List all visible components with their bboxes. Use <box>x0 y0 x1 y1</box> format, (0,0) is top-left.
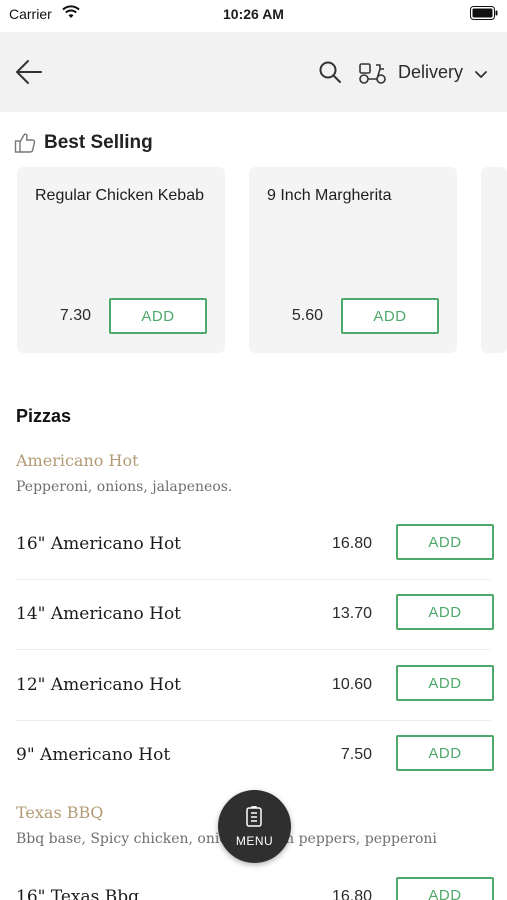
best-selling-title: Best Selling <box>44 132 153 153</box>
best-selling-card[interactable]: 9 Inch Margherita 5.60 ADD <box>249 167 457 353</box>
thumbs-up-icon <box>14 132 36 159</box>
menu-item-row: 16" Texas Bbq 16.80 ADD <box>16 863 494 900</box>
menu-item-name: 16" Texas Bbq <box>16 887 140 900</box>
delivery-mode-selector[interactable]: Delivery <box>398 62 463 83</box>
card-item-price: 7.30 <box>59 307 91 324</box>
menu-item-row: 14" Americano Hot 13.70 ADD <box>16 580 494 650</box>
group-description: Pepperoni, onions, jalapeneos. <box>16 479 233 495</box>
add-button[interactable]: ADD <box>341 298 439 334</box>
menu-fab-label: MENU <box>235 834 274 848</box>
add-button[interactable]: ADD <box>109 298 207 334</box>
group-title: Americano Hot <box>16 451 139 470</box>
add-button[interactable]: ADD <box>396 877 494 900</box>
menu-item-price: 16.80 <box>331 888 372 900</box>
menu-item-row: 9" Americano Hot 7.50 ADD <box>16 721 494 791</box>
menu-fab-button[interactable]: MENU <box>218 790 291 863</box>
card-item-name: Regular Chicken Kebab <box>35 187 204 204</box>
menu-item-name: 16" Americano Hot <box>16 534 182 554</box>
card-item-price: 5.60 <box>291 307 323 324</box>
add-button[interactable]: ADD <box>396 594 494 630</box>
clock: 10:26 AM <box>223 6 284 22</box>
scooter-icon[interactable] <box>358 59 388 90</box>
chevron-down-icon[interactable] <box>474 67 488 85</box>
add-button[interactable]: ADD <box>396 665 494 701</box>
menu-book-icon <box>245 806 263 833</box>
status-bar: Carrier 10:26 AM <box>0 0 507 32</box>
menu-item-price: 16.80 <box>331 535 372 552</box>
add-button[interactable]: ADD <box>396 735 494 771</box>
menu-item-row: 16" Americano Hot 16.80 ADD <box>16 510 494 580</box>
menu-item-price: 13.70 <box>331 605 372 622</box>
menu-item-row: 12" Americano Hot 10.60 ADD <box>16 651 494 721</box>
add-button[interactable]: ADD <box>396 524 494 560</box>
best-selling-card-peek[interactable] <box>481 167 507 353</box>
menu-item-price: 7.50 <box>340 746 372 763</box>
best-selling-card[interactable]: Regular Chicken Kebab 7.30 ADD <box>17 167 225 353</box>
section-title-pizzas: Pizzas <box>16 406 72 426</box>
menu-item-name: 14" Americano Hot <box>16 604 182 624</box>
card-item-name: 9 Inch Margherita <box>267 187 392 204</box>
menu-item-name: 12" Americano Hot <box>16 675 182 695</box>
menu-item-name: 9" Americano Hot <box>16 745 171 765</box>
menu-item-price: 10.60 <box>331 676 372 693</box>
top-nav-bar: Delivery <box>0 32 507 112</box>
search-icon[interactable] <box>318 60 342 89</box>
back-arrow-icon[interactable] <box>14 58 44 86</box>
battery-icon <box>470 6 498 23</box>
group-title: Texas BBQ <box>16 803 104 822</box>
